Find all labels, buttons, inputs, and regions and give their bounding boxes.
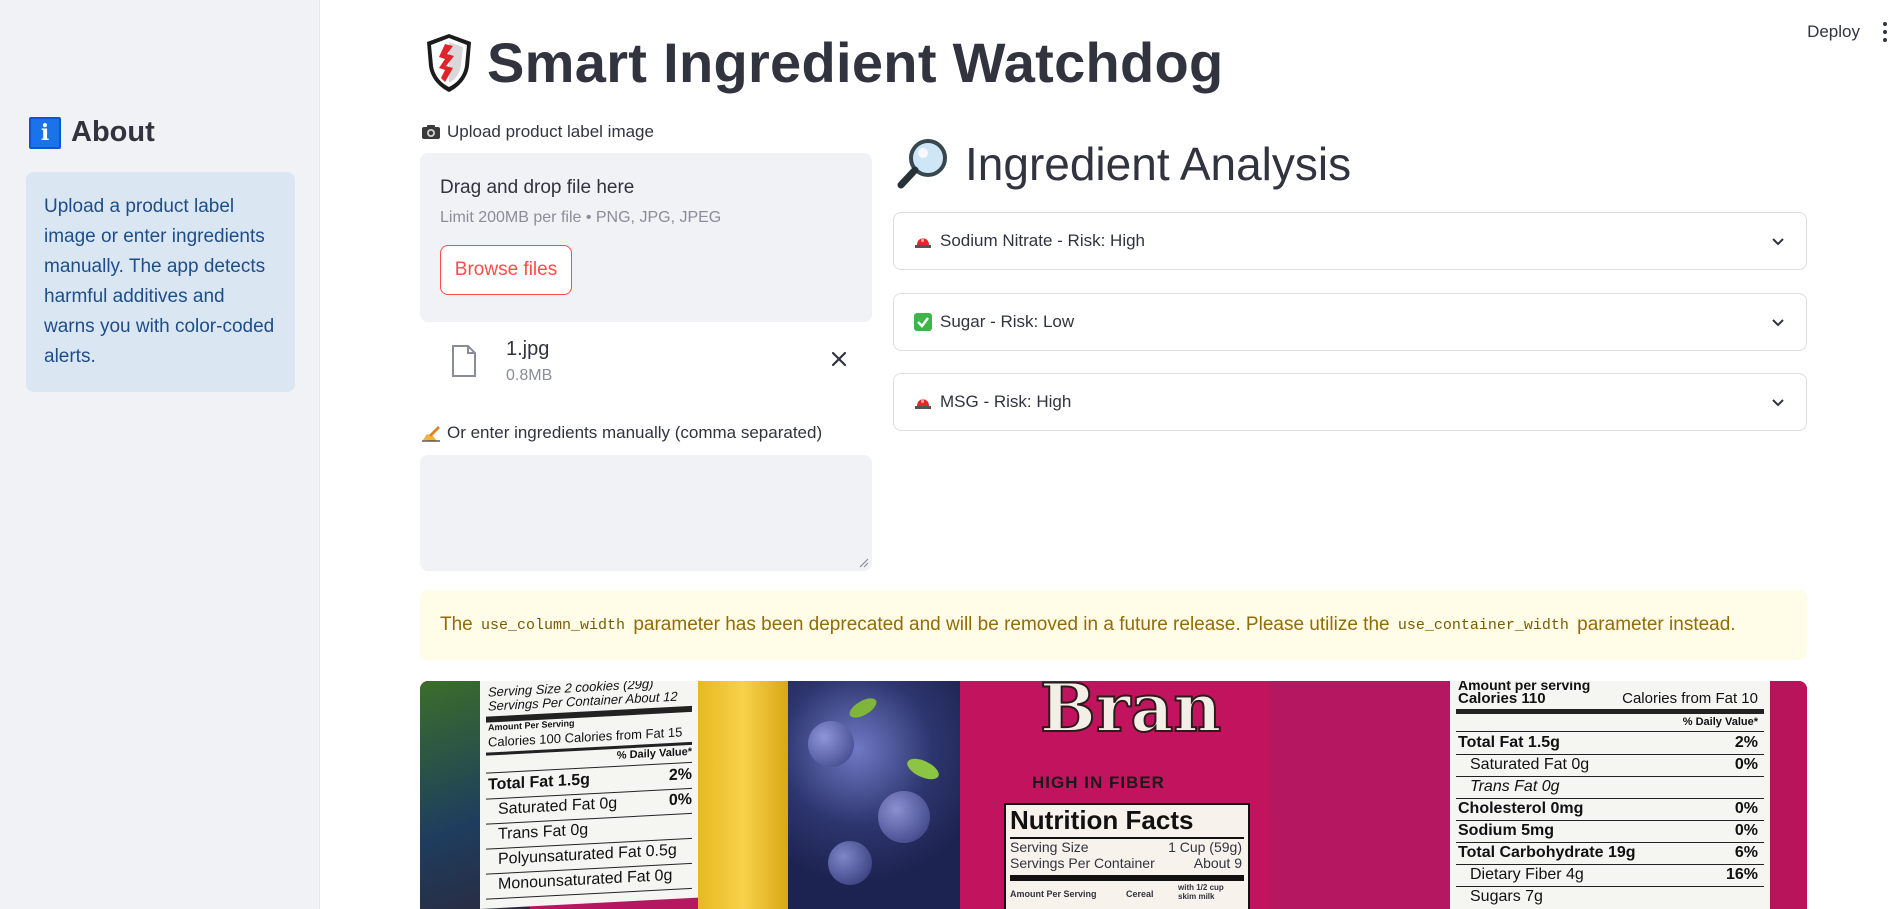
sidebar-title: About bbox=[71, 116, 155, 148]
warning-text: The bbox=[440, 614, 479, 635]
image-blueberry-pack bbox=[788, 681, 960, 909]
file-size: 0.8MB bbox=[506, 367, 553, 384]
analysis-item-label: Sodium Nitrate - Risk: High bbox=[940, 231, 1146, 250]
resize-grip-icon[interactable] bbox=[858, 557, 869, 568]
image-text: Trans Fat 0g bbox=[1470, 778, 1560, 795]
image-text: Bran bbox=[1039, 681, 1222, 748]
chevron-down-icon bbox=[1772, 319, 1784, 327]
image-text: Trans Fat 0g bbox=[498, 821, 589, 844]
sidebar: i About Upload a product label image or … bbox=[0, 0, 320, 909]
analysis-title: Ingredient Analysis bbox=[965, 138, 1352, 190]
image-text: Amount Per Serving bbox=[1010, 889, 1097, 899]
image-right-label: Amount per serving Calories 110 Calories… bbox=[1450, 681, 1770, 909]
remove-file-icon[interactable] bbox=[828, 348, 850, 370]
magnifier-icon bbox=[897, 139, 947, 189]
dropzone-instructions: Drag and drop file here bbox=[440, 177, 635, 198]
top-toolbar: Deploy bbox=[1807, 22, 1892, 42]
image-text: Servings Per Container bbox=[1010, 855, 1155, 871]
warning-code: use_container_width bbox=[1397, 616, 1569, 634]
image-yellow-band bbox=[698, 681, 788, 909]
file-name: 1.jpg bbox=[506, 338, 550, 360]
deploy-button[interactable]: Deploy bbox=[1807, 22, 1860, 42]
image-text: Nutrition Facts bbox=[1010, 805, 1194, 835]
product-label-image: Serving Size 2 cookies (29g) Servings Pe… bbox=[420, 681, 1807, 909]
image-text: Sugars 7g bbox=[1470, 888, 1543, 905]
main-menu-icon[interactable] bbox=[1878, 22, 1892, 42]
image-text: 0% bbox=[1734, 756, 1758, 773]
browse-files-button[interactable]: Browse files bbox=[440, 245, 572, 295]
check-icon bbox=[914, 313, 932, 331]
image-text: Polyunsaturated Fat 0.5g bbox=[498, 841, 677, 869]
file-dropzone[interactable]: Drag and drop file here Limit 200MB per … bbox=[420, 153, 872, 322]
image-text: Calories from Fat 10 bbox=[1622, 690, 1758, 707]
image-text: 2% bbox=[1734, 734, 1758, 751]
analysis-title-row: Ingredient Analysis bbox=[895, 136, 1351, 192]
manual-entry-label: Or enter ingredients manually (comma sep… bbox=[421, 423, 822, 443]
analysis-item-sodium-nitrate[interactable]: Sodium Nitrate - Risk: High bbox=[893, 212, 1807, 270]
siren-icon bbox=[914, 232, 932, 250]
warning-text: parameter instead. bbox=[1571, 614, 1736, 635]
image-text: Monounsaturated Fat 0g bbox=[498, 866, 673, 894]
upload-label-text: Upload product label image bbox=[447, 122, 654, 141]
image-text: Cereal bbox=[1126, 889, 1154, 899]
image-text: About 9 bbox=[1193, 855, 1242, 871]
chevron-down-icon bbox=[1772, 399, 1784, 407]
manual-entry-label-text: Or enter ingredients manually (comma sep… bbox=[447, 423, 823, 442]
chevron-down-icon bbox=[1772, 238, 1784, 246]
analysis-item-msg[interactable]: MSG - Risk: High bbox=[893, 373, 1807, 431]
camera-icon bbox=[422, 125, 440, 139]
image-right-edge bbox=[1770, 681, 1807, 909]
upload-label: Upload product label image bbox=[421, 122, 654, 142]
image-text: 2% bbox=[668, 765, 692, 785]
warning-text: parameter has been deprecated and will b… bbox=[628, 614, 1395, 635]
analysis-item-label: MSG - Risk: High bbox=[940, 392, 1072, 411]
image-text: 0% bbox=[1734, 800, 1758, 817]
page-title: Smart Ingredient Watchdog bbox=[487, 31, 1224, 94]
image-text: 0% bbox=[668, 790, 692, 810]
uploaded-file: 1.jpg 0.8MB bbox=[448, 336, 872, 392]
warning-code: use_column_width bbox=[481, 616, 626, 634]
image-text: Serving Size bbox=[1010, 839, 1089, 855]
sidebar-header: i About bbox=[29, 116, 155, 149]
image-text: % Daily Value* bbox=[1682, 716, 1758, 728]
image-text: with 1/2 cup skim milk bbox=[1178, 883, 1224, 901]
image-left-label: Serving Size 2 cookies (29g) Servings Pe… bbox=[480, 681, 698, 909]
ingredients-textarea[interactable] bbox=[420, 455, 872, 571]
image-text: 6% bbox=[1734, 844, 1758, 861]
image-text: 16% bbox=[1725, 866, 1758, 883]
image-bran-box: Bran HIGH IN FIBER Nutrition Facts Servi… bbox=[960, 681, 1270, 909]
file-icon bbox=[452, 345, 476, 377]
siren-icon bbox=[914, 393, 932, 411]
dropzone-limit: Limit 200MB per file • PNG, JPG, JPEG bbox=[440, 209, 722, 226]
about-info-box: Upload a product label image or enter in… bbox=[26, 172, 295, 392]
deprecation-warning: The use_column_width parameter has been … bbox=[420, 590, 1807, 660]
image-text: 1 Cup (59g) bbox=[1168, 839, 1242, 855]
image-text: 0% bbox=[1734, 822, 1758, 839]
analysis-item-sugar[interactable]: Sugar - Risk: Low bbox=[893, 293, 1807, 351]
writing-hand-icon bbox=[422, 426, 440, 442]
info-icon: i bbox=[29, 116, 61, 149]
page-title-row: Smart Ingredient Watchdog bbox=[423, 30, 1224, 95]
analysis-item-label: Sugar - Risk: Low bbox=[940, 312, 1075, 331]
shield-icon bbox=[427, 33, 471, 92]
image-text: HIGH IN FIBER bbox=[1032, 773, 1165, 792]
